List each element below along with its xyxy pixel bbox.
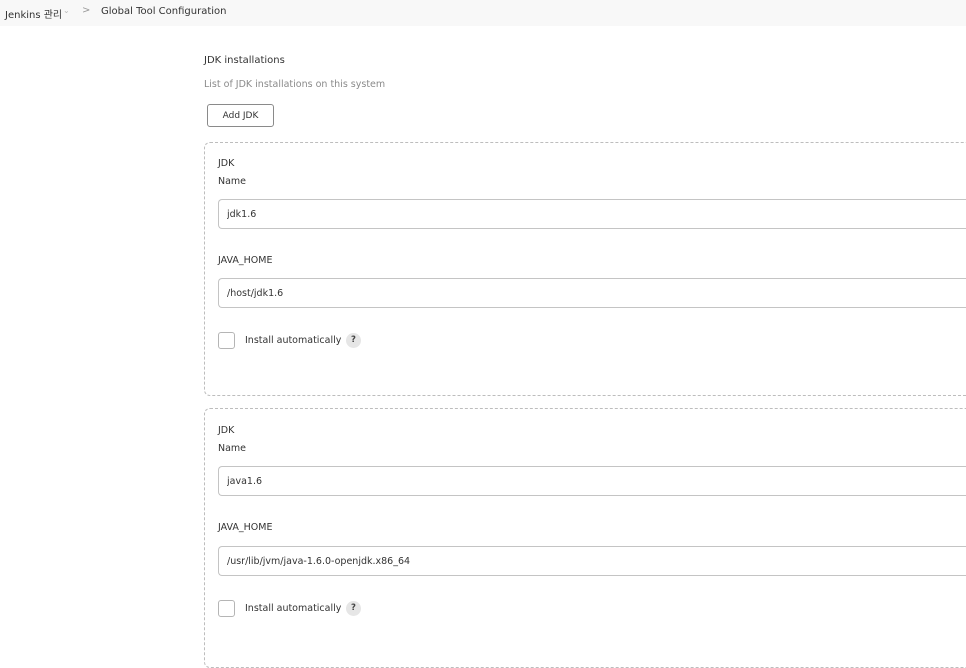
java-home-label: JAVA_HOME	[218, 255, 273, 266]
add-jdk-button[interactable]: Add JDK	[207, 104, 274, 127]
java-home-input[interactable]	[218, 546, 966, 576]
jdk-installation-block: JDK Name JAVA_HOME Install automatically…	[204, 142, 966, 396]
install-automatically-label[interactable]: Install automatically	[245, 335, 341, 346]
section-description: List of JDK installations on this system	[204, 79, 386, 90]
breadcrumb-bar: Jenkins 관리 ⌄ > Global Tool Configuration	[0, 0, 966, 26]
chevron-down-icon[interactable]: ⌄	[63, 6, 70, 15]
jdk-name-input[interactable]	[218, 199, 966, 229]
breadcrumb-current[interactable]: Global Tool Configuration	[101, 6, 227, 17]
breadcrumb-root-link[interactable]: Jenkins 관리	[5, 6, 62, 21]
jdk-block-title: JDK	[218, 158, 235, 169]
jdk-block-title: JDK	[218, 425, 235, 436]
help-icon[interactable]: ?	[346, 333, 361, 348]
jdk-name-label: Name	[218, 176, 247, 187]
jdk-name-label: Name	[218, 443, 247, 454]
java-home-label: JAVA_HOME	[218, 522, 273, 533]
section-title: JDK installations	[204, 55, 285, 66]
jdk-name-input[interactable]	[218, 466, 966, 496]
jdk-installation-block: JDK Name JAVA_HOME Install automatically…	[204, 408, 966, 668]
install-automatically-label[interactable]: Install automatically	[245, 603, 341, 614]
java-home-input[interactable]	[218, 278, 966, 308]
help-icon[interactable]: ?	[346, 601, 361, 616]
install-automatically-checkbox[interactable]	[218, 600, 235, 617]
install-automatically-checkbox[interactable]	[218, 332, 235, 349]
breadcrumb-separator: >	[82, 5, 91, 16]
